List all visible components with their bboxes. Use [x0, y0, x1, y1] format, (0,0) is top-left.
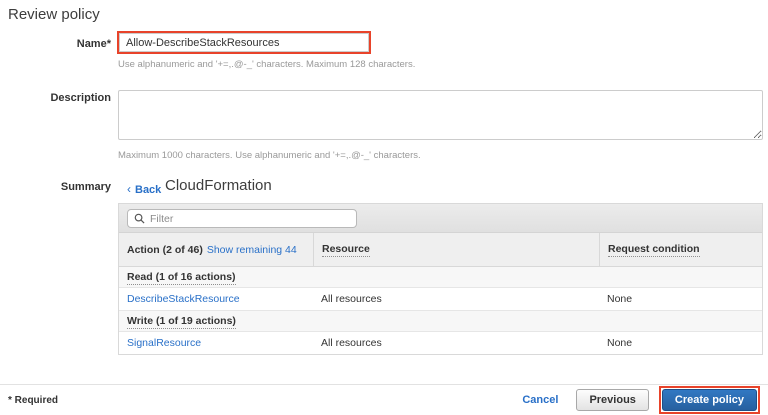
column-header-resource: Resource [313, 233, 599, 266]
group-header-read: Read (1 of 16 actions) [119, 267, 762, 288]
filter-input[interactable] [150, 213, 350, 225]
create-policy-button[interactable]: Create policy [662, 389, 757, 411]
cancel-link[interactable]: Cancel [522, 394, 558, 406]
table-header-row: Action (2 of 46) Show remaining 44 Resou… [119, 233, 762, 267]
summary-label: Summary [0, 181, 111, 193]
policy-name-input[interactable] [119, 33, 369, 52]
table-row: SignalResource All resources None [119, 332, 762, 354]
resource-header-label: Resource [322, 243, 370, 257]
review-policy-page: Review policy Name* Use alphanumeric and… [0, 0, 768, 415]
required-note: * Required [8, 395, 58, 406]
filter-box[interactable] [127, 209, 357, 228]
name-label: Name* [0, 38, 111, 50]
resource-cell: All resources [313, 288, 599, 310]
policy-summary-table: Action (2 of 46) Show remaining 44 Resou… [118, 203, 763, 355]
footer-actions: Cancel Previous Create policy [522, 386, 760, 414]
search-icon [134, 213, 145, 224]
group-header-write: Write (1 of 19 actions) [119, 311, 762, 332]
request-condition-cell: None [599, 332, 762, 354]
request-condition-cell: None [599, 288, 762, 310]
description-label: Description [0, 92, 111, 104]
filter-bar [119, 204, 762, 233]
chevron-left-icon: ‹ [127, 182, 131, 196]
action-link-describe-stack-resource[interactable]: DescribeStackResource [127, 293, 240, 305]
action-link-signal-resource[interactable]: SignalResource [127, 337, 201, 349]
footer-bar: * Required Cancel Previous Create policy [0, 384, 768, 415]
action-count-label: Action (2 of 46) [127, 244, 203, 256]
show-remaining-link[interactable]: Show remaining 44 [207, 244, 297, 256]
back-link-label: Back [135, 184, 161, 196]
resource-cell: All resources [313, 332, 599, 354]
previous-button[interactable]: Previous [576, 389, 648, 411]
name-help-text: Use alphanumeric and '+=,.@-_' character… [118, 59, 415, 70]
page-title: Review policy [8, 6, 100, 23]
table-row: DescribeStackResource All resources None [119, 288, 762, 311]
write-group-label: Write (1 of 19 actions) [127, 315, 236, 329]
name-input-annotation-box [117, 31, 371, 54]
description-help-text: Maximum 1000 characters. Use alphanumeri… [118, 150, 421, 161]
column-header-request-condition: Request condition [599, 233, 762, 266]
policy-description-textarea[interactable] [118, 90, 763, 140]
column-header-action: Action (2 of 46) Show remaining 44 [119, 233, 313, 266]
create-policy-annotation-box: Create policy [659, 386, 760, 414]
request-condition-header-label: Request condition [608, 243, 700, 257]
service-title: CloudFormation [165, 177, 272, 194]
read-group-label: Read (1 of 16 actions) [127, 271, 236, 285]
back-link[interactable]: ‹ Back [127, 182, 161, 196]
